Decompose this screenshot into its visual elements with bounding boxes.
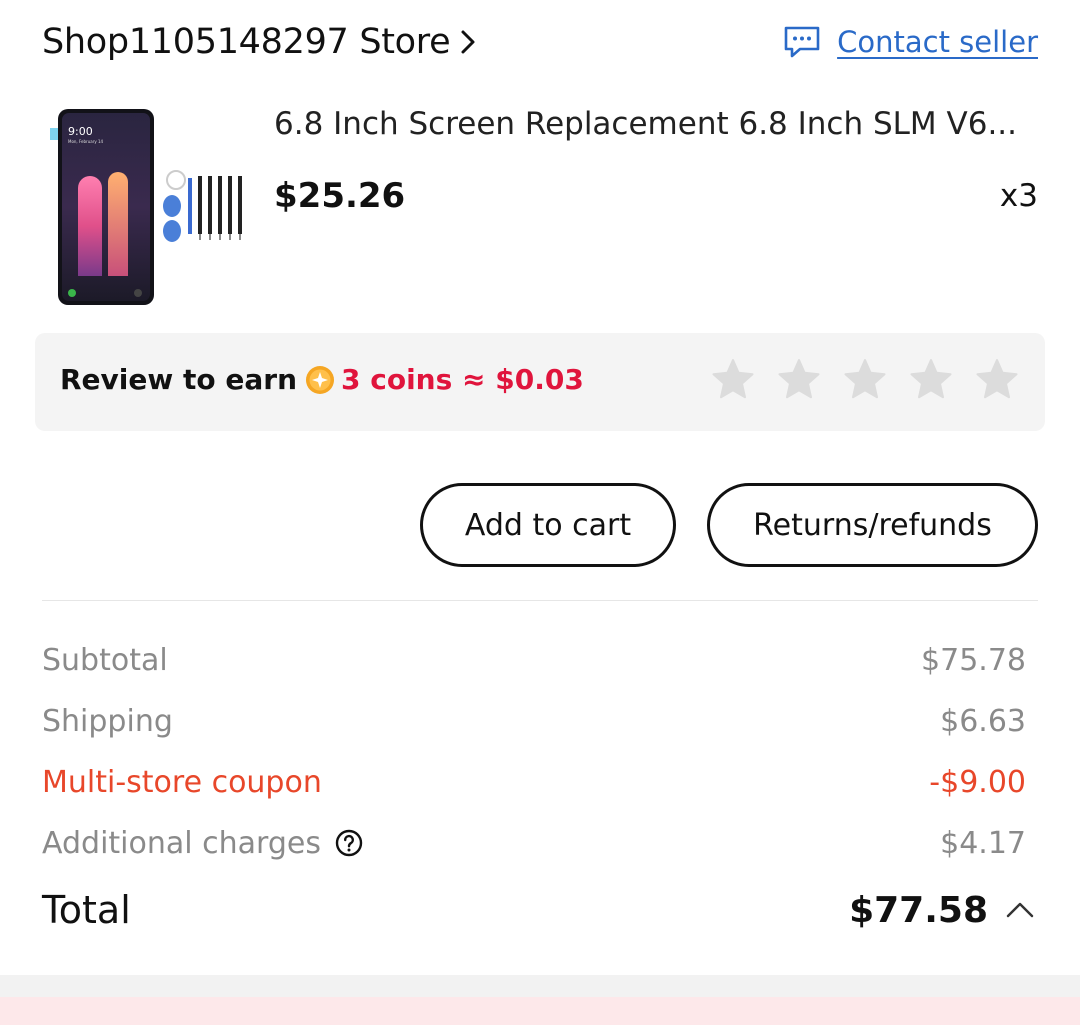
product-price: $25.26	[274, 176, 406, 216]
product-quantity: x3	[999, 178, 1038, 214]
returns-refunds-button[interactable]: Returns/refunds	[707, 483, 1038, 567]
additional-charges-label: Additional charges	[42, 825, 321, 861]
order-store-card: Shop1105148297 Store Contact seller 9:00…	[0, 0, 1080, 1025]
total-toggle[interactable]: $77.58	[849, 890, 1038, 931]
star-icon[interactable]	[975, 357, 1019, 401]
review-label: Review to earn	[60, 363, 298, 396]
star-icon[interactable]	[843, 357, 887, 401]
shipping-label: Shipping	[42, 703, 173, 739]
coupon-row: Multi-store coupon -$9.00	[42, 757, 1026, 807]
add-to-cart-button[interactable]: Add to cart	[420, 483, 676, 567]
star-rating	[711, 357, 1019, 401]
store-link[interactable]: Shop1105148297 Store	[42, 14, 478, 70]
coin-reward: 3 coins ≈ $0.03	[341, 363, 584, 396]
total-row: Total $77.58	[42, 880, 1038, 940]
shipping-row: Shipping $6.63	[42, 696, 1026, 746]
review-banner: Review to earn 3 coins ≈ $0.03	[35, 333, 1045, 431]
star-icon[interactable]	[909, 357, 953, 401]
coupon-value: -$9.00	[929, 764, 1026, 800]
star-icon[interactable]	[711, 357, 755, 401]
chat-bubble-icon	[784, 26, 820, 58]
product-thumbnail[interactable]: 9:00 Mon, February 14	[42, 96, 252, 310]
star-icon[interactable]	[777, 357, 821, 401]
divider	[42, 600, 1038, 601]
product-image: 9:00 Mon, February 14	[50, 109, 242, 305]
store-name: Shop1105148297 Store	[42, 22, 451, 62]
additional-charges-value: $4.17	[940, 825, 1026, 861]
coin-icon	[306, 365, 335, 394]
subtotal-label: Subtotal	[42, 642, 168, 678]
subtotal-row: Subtotal $75.78	[42, 635, 1026, 685]
additional-charges-row: Additional charges $4.17	[42, 818, 1026, 868]
next-section-edge	[0, 997, 1080, 1025]
chevron-right-icon	[461, 30, 475, 54]
total-label: Total	[42, 888, 131, 932]
review-text: Review to earn 3 coins ≈ $0.03	[60, 363, 584, 396]
contact-seller-link[interactable]: Contact seller	[783, 14, 1038, 70]
contact-seller-label: Contact seller	[837, 25, 1038, 59]
thumb-time: 9:00	[68, 125, 93, 138]
question-circle-icon[interactable]	[335, 829, 363, 857]
section-separator	[0, 975, 1080, 997]
total-value: $77.58	[849, 889, 988, 931]
chevron-up-icon	[1006, 902, 1034, 918]
thumb-date: Mon, February 14	[68, 139, 104, 144]
subtotal-value: $75.78	[921, 642, 1026, 678]
product-title[interactable]: 6.8 Inch Screen Replacement 6.8 Inch SLM…	[274, 106, 1034, 142]
coupon-label: Multi-store coupon	[42, 764, 322, 800]
store-header: Shop1105148297 Store Contact seller	[42, 14, 1038, 70]
shipping-value: $6.63	[940, 703, 1026, 739]
